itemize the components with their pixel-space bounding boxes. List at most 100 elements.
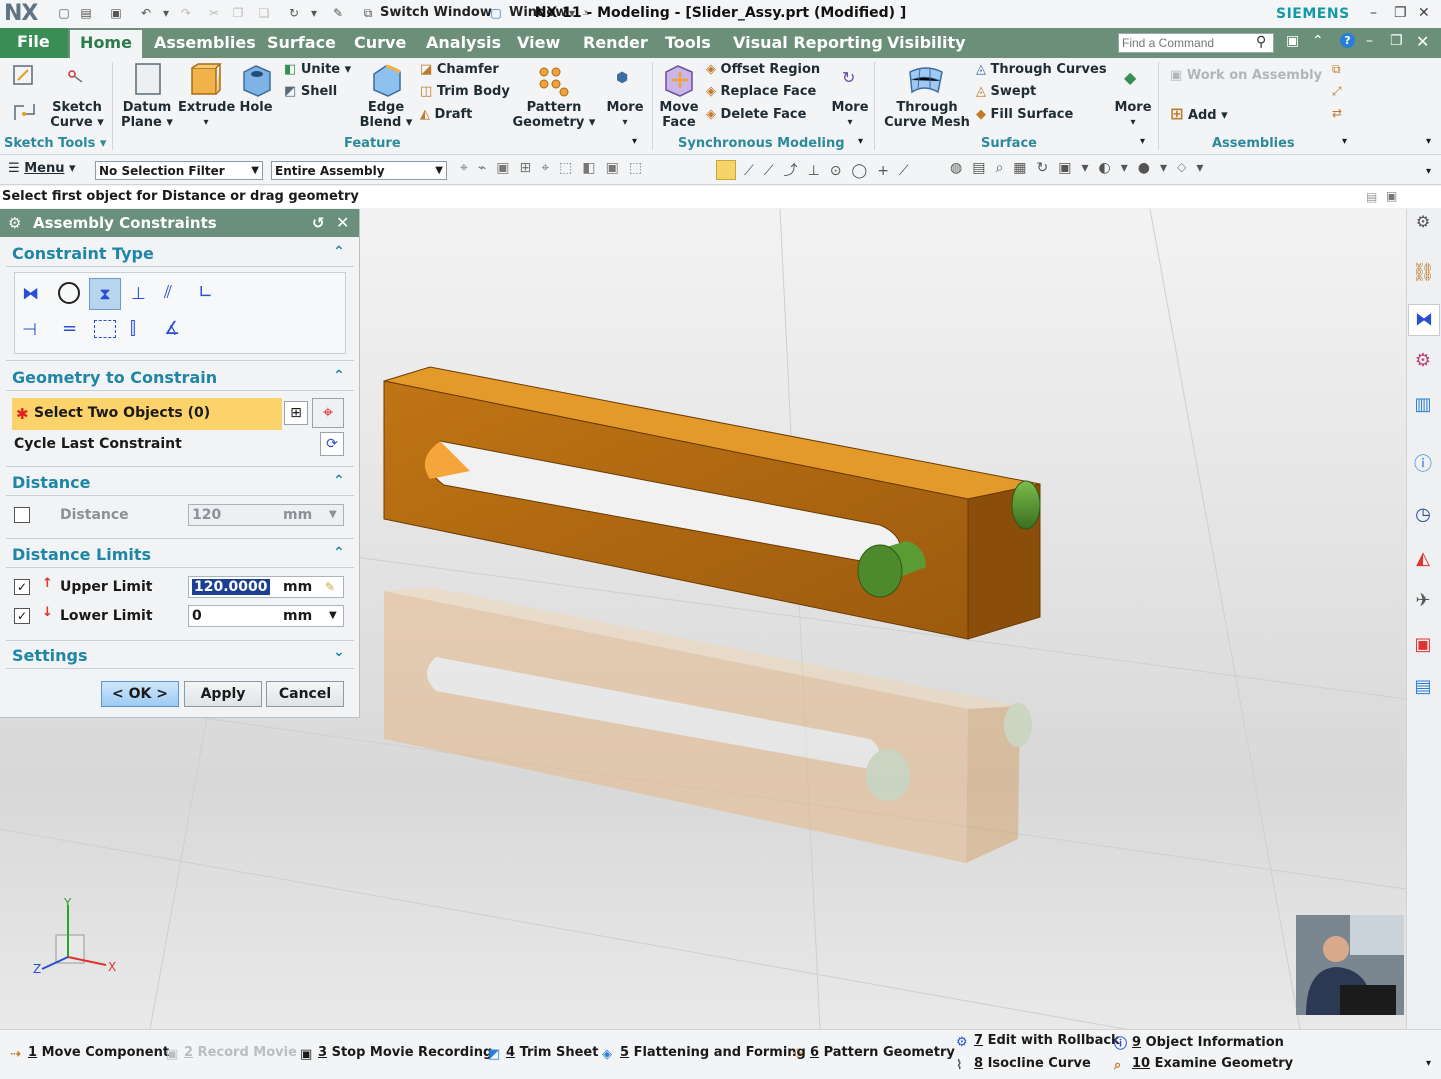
sync-group-dropdown-icon[interactable]: ▾ bbox=[858, 136, 863, 147]
lower-limit-checkbox[interactable]: ✓ bbox=[14, 608, 30, 624]
extrude-button[interactable]: Extrude ▾ bbox=[178, 100, 235, 130]
recent-command-9[interactable]: ⓘ 9 Object Information bbox=[1114, 1033, 1284, 1052]
angle-icon[interactable]: ∡ bbox=[164, 318, 180, 339]
more-surface-button[interactable]: More ▾ bbox=[1112, 100, 1154, 130]
menu-button[interactable]: ☰ Menu ▾ bbox=[8, 161, 76, 176]
parallel-icon[interactable]: ⫽ bbox=[164, 282, 172, 303]
assembly-tool-icon-3[interactable]: ⇄ bbox=[1332, 106, 1342, 120]
collapse-distance-icon[interactable]: ⌃ bbox=[333, 473, 345, 489]
tab-view[interactable]: View bbox=[517, 33, 560, 52]
constraint-type-header[interactable]: Constraint Type bbox=[12, 244, 154, 263]
pattern-geometry-button[interactable]: Pattern Geometry ▾ bbox=[512, 100, 596, 130]
tab-surface[interactable]: Surface bbox=[267, 33, 336, 52]
doc-restore-icon[interactable]: ❐ bbox=[1390, 33, 1403, 49]
geometry-to-constrain-header[interactable]: Geometry to Constrain bbox=[12, 368, 217, 387]
replace-face-button[interactable]: ◈ Replace Face bbox=[706, 84, 816, 99]
cue-toggle-icon[interactable]: ▤ bbox=[1366, 190, 1377, 204]
view-tools-toolbar[interactable]: ◍▤⌕▦↻▣▾◐▾●▾⬦▾ bbox=[950, 160, 1213, 176]
recent-command-6[interactable]: ⁘ 6 Pattern Geometry bbox=[792, 1045, 955, 1062]
chamfer-button[interactable]: ◪ Chamfer bbox=[420, 62, 499, 77]
datum-plane-button[interactable]: Datum Plane ▾ bbox=[120, 100, 174, 130]
tab-file[interactable]: File bbox=[0, 28, 68, 58]
work-on-assembly-button[interactable]: ▣ Work on Assembly bbox=[1170, 68, 1322, 83]
collapse-ribbon-icon[interactable]: ⌃ bbox=[1312, 33, 1324, 49]
collapse-distance-limits-icon[interactable]: ⌃ bbox=[333, 545, 345, 561]
part-navigator-icon[interactable]: ⚙ bbox=[1412, 350, 1434, 372]
through-curve-mesh-icon[interactable] bbox=[908, 64, 944, 94]
selection-scope-select[interactable]: Entire Assembly ▼ bbox=[271, 161, 447, 180]
dialog-title-bar[interactable]: ⚙ Assembly Constraints ↺ ✕ bbox=[0, 209, 359, 237]
selection-tools-toolbar[interactable]: ⌖⌁▣⊞⌖⬚◧▣⬚ bbox=[460, 160, 652, 176]
reset-icon[interactable]: ↺ bbox=[312, 209, 325, 237]
surface-group-dropdown-icon[interactable]: ▾ bbox=[1140, 136, 1145, 147]
touch-align-icon[interactable]: ⧓ bbox=[22, 284, 39, 304]
move-face-button[interactable]: Move Face bbox=[656, 100, 702, 130]
center-icon[interactable]: ⫿ bbox=[130, 318, 136, 339]
fix-icon[interactable]: ⊥ bbox=[131, 284, 146, 304]
fill-surface-button[interactable]: ◆ Fill Surface bbox=[976, 107, 1073, 122]
cue-maximize-icon[interactable]: ▣ bbox=[1386, 189, 1397, 203]
chevron-down-icon[interactable]: ▼ bbox=[329, 505, 337, 525]
pattern-geometry-icon[interactable] bbox=[536, 64, 570, 98]
dialog-close-icon[interactable]: ✕ bbox=[336, 209, 349, 237]
distance-header[interactable]: Distance bbox=[12, 473, 90, 492]
collapse-constraint-type-icon[interactable]: ⌃ bbox=[333, 244, 345, 260]
web-browser-icon[interactable]: ⓘ bbox=[1412, 450, 1434, 475]
recent-command-5[interactable]: ◈ 5 Flattening and Forming bbox=[602, 1045, 806, 1062]
recent-command-4[interactable]: ◩ 4 Trim Sheet bbox=[488, 1045, 598, 1062]
concentric-icon[interactable] bbox=[58, 282, 80, 304]
point-icon[interactable] bbox=[66, 68, 84, 86]
more-sync-button[interactable]: More ▾ bbox=[828, 100, 872, 130]
align-lock-icon[interactable]: ⊣ bbox=[22, 320, 37, 340]
fit-icon[interactable]: = bbox=[62, 318, 77, 339]
more-feature-button[interactable]: More ▾ bbox=[604, 100, 646, 130]
distance-field[interactable]: 120 mm ▼ bbox=[188, 504, 344, 526]
doc-close-icon[interactable]: ✕ bbox=[1416, 32, 1429, 51]
assemblies-group-dropdown-icon[interactable]: ▾ bbox=[1342, 136, 1347, 147]
assembly-tool-icon-2[interactable]: ⤢ bbox=[1332, 84, 1342, 99]
bond-icon[interactable] bbox=[94, 320, 116, 338]
move-face-icon[interactable] bbox=[662, 62, 696, 98]
resource-settings-icon[interactable]: ⚙ bbox=[1412, 212, 1434, 234]
upper-limit-field[interactable]: 120.0000 mm ✎ bbox=[188, 576, 344, 598]
find-command-input[interactable] bbox=[1118, 33, 1274, 53]
constraint-navigator-icon[interactable]: ⧓ bbox=[1408, 304, 1440, 336]
settings-header[interactable]: Settings bbox=[12, 646, 88, 665]
point-dialog-icon[interactable]: ⌖ bbox=[312, 398, 344, 428]
edge-blend-icon[interactable] bbox=[370, 62, 404, 98]
toolbar-options-icon[interactable]: ▾ bbox=[1426, 166, 1431, 177]
search-icon[interactable]: ⚲ bbox=[1256, 34, 1266, 50]
ribbon-layout-icon[interactable]: ▣ bbox=[1286, 33, 1299, 49]
delete-face-button[interactable]: ◈ Delete Face bbox=[706, 107, 806, 122]
sketch-icon[interactable] bbox=[12, 64, 38, 90]
close-icon[interactable]: ✕ bbox=[1418, 5, 1430, 21]
tab-assemblies[interactable]: Assemblies bbox=[154, 33, 256, 52]
process-studio-icon[interactable]: ✈ bbox=[1412, 590, 1434, 612]
lower-limit-field[interactable]: 0 mm ▼ bbox=[188, 605, 344, 627]
chevron-down-icon[interactable]: ▼ bbox=[329, 606, 337, 626]
history-icon[interactable]: ◷ bbox=[1412, 504, 1434, 526]
tab-visibility[interactable]: Visibility bbox=[887, 33, 966, 52]
ribbon-options-icon[interactable]: ▾ bbox=[1426, 136, 1431, 147]
recent-command-8[interactable]: ⌇ 8 Isocline Curve bbox=[956, 1056, 1091, 1073]
distance-constraint-icon[interactable]: ⧗ bbox=[89, 278, 121, 310]
edge-blend-button[interactable]: Edge Blend ▾ bbox=[358, 100, 414, 130]
recent-command-10[interactable]: ⌕ 10 Examine Geometry bbox=[1114, 1056, 1293, 1073]
collapse-geometry-icon[interactable]: ⌃ bbox=[333, 368, 345, 384]
minimize-icon[interactable]: – bbox=[1370, 5, 1377, 21]
recent-command-7[interactable]: ⚙ 7 Edit with Rollback bbox=[956, 1033, 1120, 1050]
help-icon[interactable]: ? bbox=[1340, 33, 1355, 48]
apply-button[interactable]: Apply bbox=[184, 681, 262, 707]
tab-tools[interactable]: Tools bbox=[665, 33, 711, 52]
draft-button[interactable]: ◭ Draft bbox=[420, 107, 472, 122]
selection-filter-select[interactable]: No Selection Filter ▼ bbox=[95, 161, 263, 180]
tab-curve[interactable]: Curve bbox=[354, 33, 406, 52]
expand-settings-icon[interactable]: ⌄ bbox=[333, 644, 345, 660]
tab-home[interactable]: Home bbox=[70, 30, 142, 58]
doc-minimize-icon[interactable]: – bbox=[1366, 33, 1373, 49]
through-curve-mesh-button[interactable]: Through Curve Mesh bbox=[884, 100, 970, 130]
system-materials-icon[interactable]: ◭ bbox=[1412, 548, 1434, 570]
ok-button[interactable]: < OK > bbox=[101, 681, 179, 707]
shell-button[interactable]: ◩ Shell bbox=[284, 84, 337, 99]
perpendicular-icon[interactable]: ∟ bbox=[198, 282, 213, 303]
